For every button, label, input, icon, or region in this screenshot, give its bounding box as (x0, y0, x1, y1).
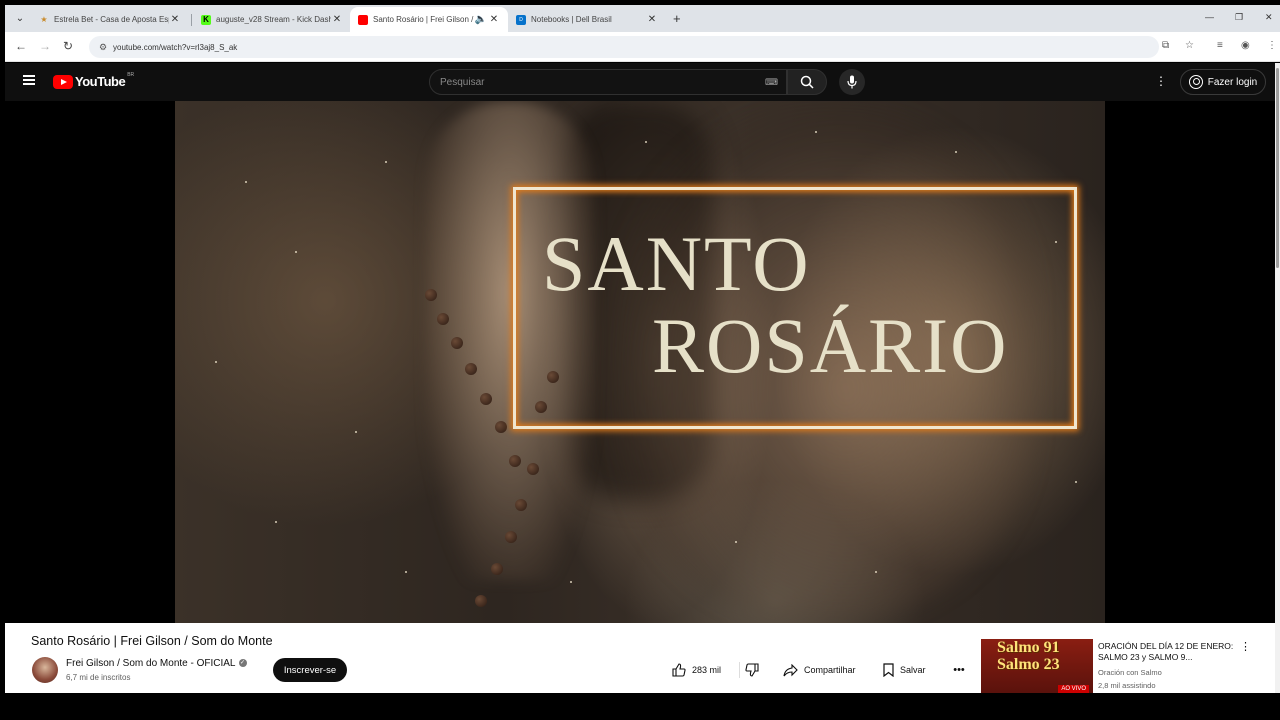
speaker-icon[interactable]: 🔈 (474, 14, 488, 25)
forward-arrow-icon[interactable]: → (39, 39, 51, 53)
minimize-icon[interactable]: — (1205, 12, 1214, 22)
new-tab-plus-icon[interactable]: + (673, 11, 681, 26)
tab-title: Santo Rosário | Frei Gilson / (373, 15, 474, 24)
close-icon[interactable]: ✕ (169, 14, 181, 25)
search-placeholder: Pesquisar (440, 76, 485, 88)
thumbs-down-icon (745, 663, 759, 677)
recommended-video-title[interactable]: ORACIÓN DEL DÍA 12 DE ENERO: SALMO 23 y … (1098, 641, 1238, 663)
thumbnail-text-2: Salmo 23 (997, 656, 1060, 673)
more-actions-icon[interactable]: ••• (950, 661, 968, 679)
address-bar[interactable]: ⚙ youtube.com/watch?v=rl3aj8_S_ak (89, 36, 1159, 58)
profile-icon[interactable]: ◉ (1241, 40, 1250, 51)
subscribe-button[interactable]: Inscrever-se (273, 658, 347, 682)
like-button[interactable]: 283 mil (672, 658, 721, 682)
media-queue-icon[interactable]: ≡ (1217, 40, 1223, 51)
close-icon[interactable]: ✕ (331, 14, 343, 25)
kick-icon: K (201, 14, 211, 25)
recommended-menu-icon[interactable]: ⋮ (1240, 640, 1251, 653)
like-count: 283 mil (692, 665, 722, 675)
back-arrow-icon[interactable]: ← (15, 39, 27, 53)
tab-santo-rosario[interactable]: Santo Rosário | Frei Gilson / 🔈 ✕ (350, 7, 508, 32)
country-code: BR (127, 71, 135, 78)
share-button[interactable]: Compartilhar (783, 658, 856, 682)
verified-check-icon: ✓ (238, 659, 247, 668)
share-arrow-icon (783, 663, 798, 676)
tab-kick-stream[interactable]: K auguste_v28 Stream - Kick Dash ✕ (193, 7, 351, 32)
live-badge: AO VIVO (1058, 685, 1089, 693)
address-url[interactable]: youtube.com/watch?v=rl3aj8_S_ak (113, 43, 237, 52)
save-label: Salvar (900, 665, 926, 675)
video-player[interactable]: SANTO ROSÁRIO (175, 101, 1105, 623)
save-button[interactable]: Salvar (883, 658, 926, 682)
scrollbar-thumb[interactable] (1276, 68, 1279, 268)
tab-estrela-bet[interactable]: ★ Estrela Bet - Casa de Aposta Esp ✕ (31, 7, 189, 32)
channel-name-row[interactable]: Frei Gilson / Som do Monte - OFICIAL ✓ (66, 658, 247, 669)
browser-menu-icon[interactable]: ⋮ (1267, 40, 1277, 51)
recommended-viewer-count: 2,8 mil assistindo (1098, 681, 1156, 690)
youtube-wordmark: YouTube (75, 74, 126, 89)
tab-search-chevron-icon[interactable]: ⌄ (12, 10, 28, 26)
search-input[interactable]: Pesquisar ⌨ (429, 69, 787, 95)
thumbs-up-icon (672, 663, 686, 677)
restore-icon[interactable]: ❐ (1235, 12, 1243, 23)
thumbnail-text-1: Salmo 91 (997, 639, 1060, 656)
voice-search-button[interactable] (839, 69, 865, 95)
search-button[interactable] (787, 69, 827, 95)
close-icon[interactable]: ✕ (488, 14, 500, 25)
install-app-icon[interactable]: ⧉ (1162, 40, 1169, 51)
dislike-button[interactable] (745, 658, 759, 682)
youtube-logo[interactable]: YouTube BR (53, 71, 135, 89)
search-icon (800, 75, 814, 89)
video-info-panel: Santo Rosário | Frei Gilson / Som do Mon… (5, 623, 1275, 693)
video-overlay-line1: SANTO (542, 220, 811, 307)
youtube-play-icon (53, 74, 73, 89)
subscriber-count: 6,7 mi de inscritos (66, 673, 131, 682)
recommended-channel-name[interactable]: Oración con Salmo (1098, 668, 1162, 677)
channel-name[interactable]: Frei Gilson / Som do Monte - OFICIAL (66, 658, 236, 669)
account-circle-icon (1188, 75, 1203, 89)
star-icon: ★ (40, 15, 48, 24)
reload-icon[interactable]: ↻ (63, 39, 73, 53)
browser-tabstrip: ⌄ ★ Estrela Bet - Casa de Aposta Esp ✕ K… (5, 5, 1280, 32)
tab-dell[interactable]: D Notebooks | Dell Brasil ✕ (508, 7, 666, 32)
screen: ⌄ ★ Estrela Bet - Casa de Aposta Esp ✕ K… (0, 0, 1280, 720)
login-button[interactable]: Fazer login (1180, 69, 1266, 95)
settings-menu-icon[interactable]: ⋮ (1155, 74, 1167, 88)
site-info-icon[interactable]: ⚙ (93, 42, 113, 53)
close-window-icon[interactable]: ✕ (1265, 12, 1273, 23)
video-overlay-line2: ROSÁRIO (652, 302, 1009, 389)
bookmark-icon (883, 663, 894, 677)
share-label: Compartilhar (804, 665, 856, 675)
tab-title: auguste_v28 Stream - Kick Dash (216, 15, 331, 24)
login-label: Fazer login (1207, 76, 1258, 88)
bookmark-star-icon[interactable]: ☆ (1185, 40, 1194, 51)
channel-avatar[interactable] (32, 657, 58, 683)
tab-title: Estrela Bet - Casa de Aposta Esp (54, 15, 169, 24)
youtube-header: YouTube BR Pesquisar ⌨ ⋮ Fazer login (5, 63, 1275, 101)
hamburger-menu-icon[interactable] (23, 75, 35, 85)
dell-icon: D (516, 14, 526, 25)
keyboard-icon[interactable]: ⌨ (765, 77, 778, 88)
youtube-icon (358, 14, 368, 25)
recommended-video-thumbnail[interactable]: Salmo 91 Salmo 23 AO VIVO (981, 639, 1093, 693)
browser-toolbar: ← → ↻ ⚙ youtube.com/watch?v=rl3aj8_S_ak … (5, 32, 1280, 62)
tab-title: Notebooks | Dell Brasil (531, 15, 612, 24)
microphone-icon (847, 75, 857, 89)
video-title: Santo Rosário | Frei Gilson / Som do Mon… (31, 634, 273, 648)
close-icon[interactable]: ✕ (646, 14, 658, 25)
